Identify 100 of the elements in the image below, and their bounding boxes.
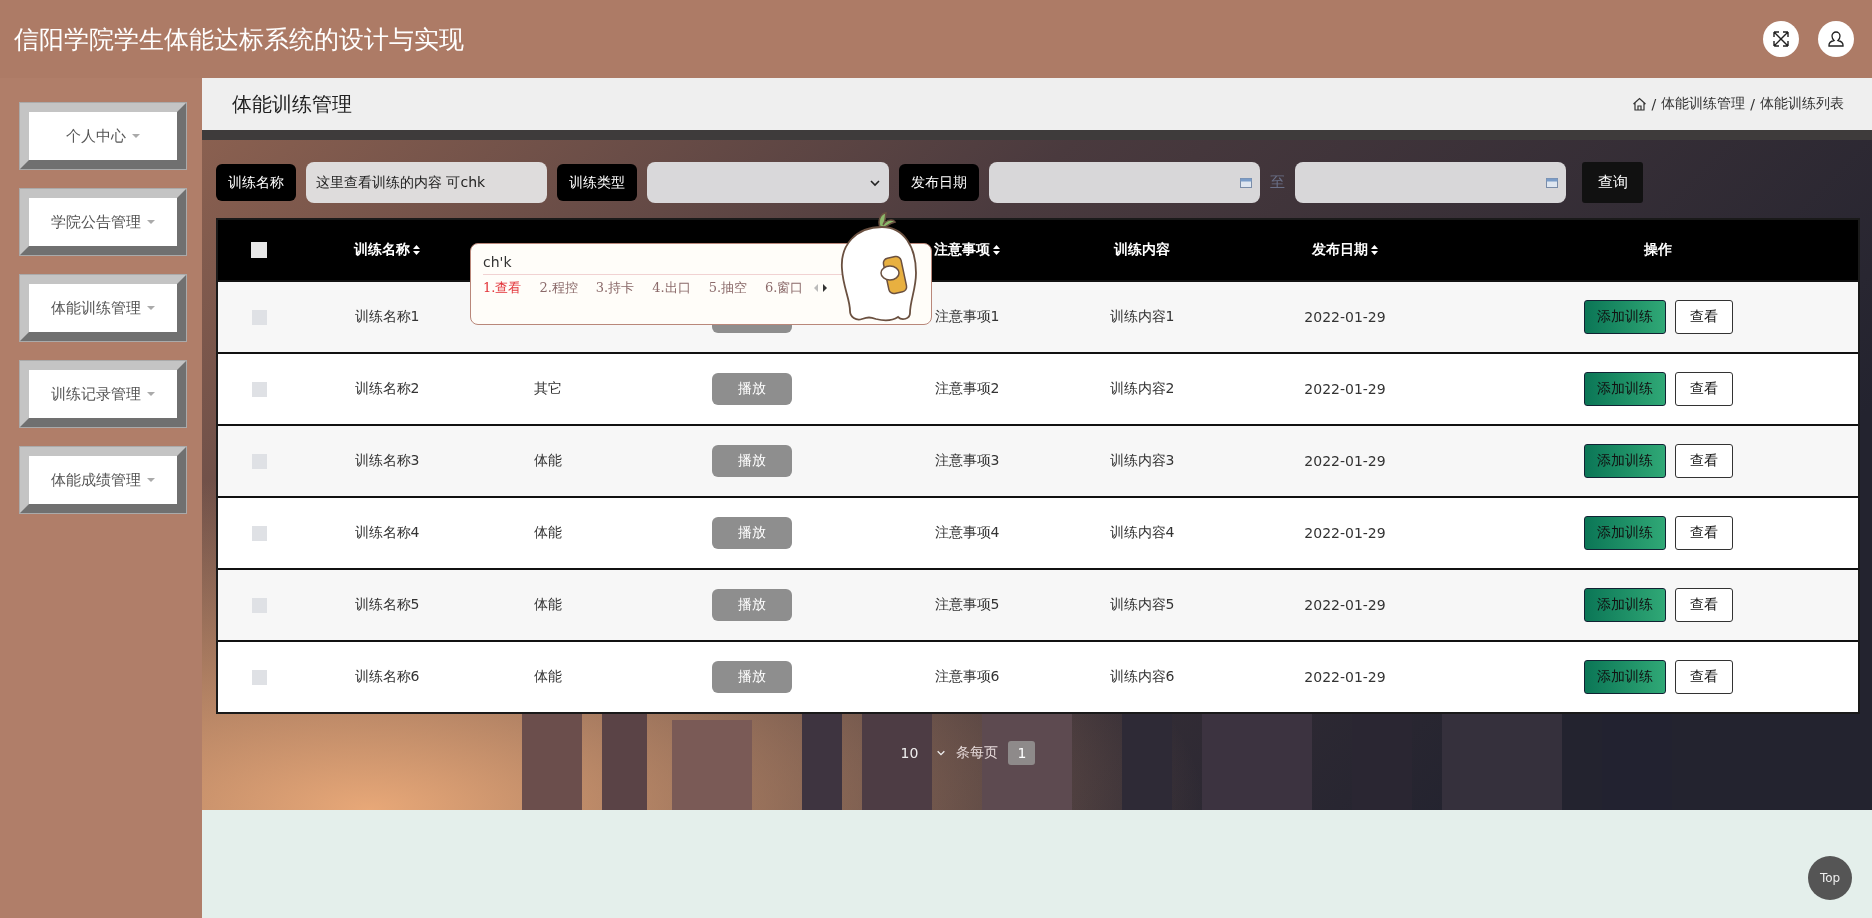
sidebar-menu-item[interactable]: 体能训练管理 — [20, 275, 186, 341]
breadcrumb-separator: / — [1750, 96, 1755, 112]
user-button[interactable] — [1818, 21, 1854, 57]
back-to-top-button[interactable]: Top — [1808, 856, 1852, 900]
column-header[interactable]: 发布日期 — [1311, 241, 1379, 259]
breadcrumb-separator: / — [1651, 96, 1657, 112]
table-cell: 注意事项2 — [934, 380, 1000, 398]
view-button[interactable]: 查看 — [1674, 444, 1733, 478]
table-cell: 训练内容4 — [1109, 524, 1175, 542]
view-button[interactable]: 查看 — [1674, 372, 1733, 406]
caret-right-icon[interactable] — [822, 283, 829, 293]
sort-icon[interactable] — [1369, 244, 1379, 256]
view-button[interactable]: 查看 — [1674, 588, 1733, 622]
table-cell: 训练内容2 — [1109, 380, 1175, 398]
breadcrumb-item: 体能训练列表 — [1760, 95, 1844, 113]
table-cell: 训练名称5 — [354, 596, 420, 614]
sort-icon[interactable] — [991, 244, 1001, 256]
chevron-down-icon — [936, 748, 947, 758]
calendar-icon — [1240, 176, 1252, 189]
sidebar-menu-item[interactable]: 体能成绩管理 — [20, 447, 186, 513]
table-cell: 注意事项6 — [934, 668, 1000, 686]
column-header: 训练内容 — [1114, 241, 1170, 259]
filter-label: 训练名称 — [216, 164, 296, 201]
view-button[interactable]: 查看 — [1674, 516, 1733, 550]
table-cell: 体能 — [534, 596, 562, 614]
calendar-icon — [1546, 176, 1558, 189]
user-icon — [1827, 30, 1845, 48]
table-cell: 训练名称6 — [354, 668, 420, 686]
select-all-checkbox[interactable] — [251, 242, 267, 258]
sidebar-menu-item[interactable]: 学院公告管理 — [20, 189, 186, 255]
view-button[interactable]: 查看 — [1674, 300, 1733, 334]
table-cell: 注意事项4 — [934, 524, 1000, 542]
date-range-separator: 至 — [1270, 173, 1285, 192]
column-header[interactable]: 注意事项 — [933, 241, 1001, 259]
caret-icon — [147, 392, 155, 396]
caret-icon — [147, 478, 155, 482]
add-training-button[interactable]: 添加训练 — [1583, 372, 1666, 406]
ime-candidate[interactable]: 5.抽空 — [708, 279, 748, 297]
row-checkbox[interactable] — [251, 453, 267, 469]
table-cell: 训练内容3 — [1109, 452, 1175, 470]
ime-candidate[interactable]: 6.窗口 — [765, 279, 804, 297]
add-training-button[interactable]: 添加训练 — [1583, 300, 1666, 334]
filter-label: 训练类型 — [557, 164, 637, 201]
table-cell: 注意事项5 — [934, 596, 1000, 614]
expand-icon — [1772, 30, 1790, 48]
breadcrumb-item[interactable]: 体能训练管理 — [1661, 95, 1746, 113]
table-cell: 2022-01-29 — [1304, 669, 1386, 685]
table-cell: 体能 — [534, 524, 562, 542]
ime-candidate[interactable]: 3.持卡 — [595, 279, 635, 297]
ime-candidate[interactable]: 4.出口 — [652, 279, 691, 297]
column-header[interactable]: 训练名称 — [353, 241, 421, 259]
table-cell: 训练名称1 — [354, 308, 420, 326]
add-training-button[interactable]: 添加训练 — [1583, 444, 1666, 478]
table-cell: 2022-01-29 — [1304, 309, 1386, 325]
table-cell: 训练内容5 — [1109, 596, 1175, 614]
ime-candidate[interactable]: 2.程控 — [539, 279, 578, 297]
filter-label: 发布日期 — [899, 164, 979, 201]
search-button[interactable]: 查询 — [1582, 162, 1643, 203]
row-checkbox[interactable] — [251, 597, 267, 613]
caret-icon — [132, 134, 140, 138]
sort-icon[interactable] — [411, 244, 421, 256]
table-cell: 其它 — [534, 380, 562, 398]
fullscreen-button[interactable] — [1763, 21, 1799, 57]
page-size-select[interactable]: 10 — [900, 745, 947, 761]
table-cell: 训练名称2 — [354, 380, 420, 398]
add-training-button[interactable]: 添加训练 — [1583, 588, 1666, 622]
page-title: 体能训练管理 — [232, 90, 352, 118]
table-cell: 体能 — [534, 452, 562, 470]
add-training-button[interactable]: 添加训练 — [1583, 516, 1666, 550]
table-cell: 体能 — [534, 668, 562, 686]
page-size-label: 条每页 — [956, 744, 999, 762]
sidebar-menu-item[interactable]: 训练记录管理 — [20, 361, 186, 427]
table-cell: 2022-01-29 — [1304, 381, 1386, 397]
column-header: 操作 — [1644, 241, 1672, 259]
view-button[interactable]: 查看 — [1674, 660, 1733, 694]
table-cell: 训练名称4 — [354, 524, 420, 542]
page-button[interactable]: 1 — [1008, 741, 1036, 765]
app-title: 信阳学院学生体能达标系统的设计与实现 — [14, 23, 464, 56]
home-icon[interactable] — [1631, 96, 1647, 112]
caret-icon — [147, 220, 155, 224]
row-checkbox[interactable] — [251, 525, 267, 541]
table-cell: 2022-01-29 — [1304, 525, 1386, 541]
table-cell: 2022-01-29 — [1304, 597, 1386, 613]
sidebar-menu-item[interactable]: 个人中心 — [20, 103, 186, 169]
table-cell: 注意事项1 — [934, 308, 1000, 326]
table-cell: 训练内容1 — [1109, 308, 1175, 326]
row-checkbox[interactable] — [251, 669, 267, 685]
row-checkbox[interactable] — [251, 309, 267, 325]
table-cell: 注意事项3 — [934, 452, 1000, 470]
date-field[interactable] — [989, 162, 1260, 203]
caret-icon — [147, 306, 155, 310]
add-training-button[interactable]: 添加训练 — [1583, 660, 1666, 694]
date-field[interactable] — [1295, 162, 1566, 203]
table-cell: 2022-01-29 — [1304, 453, 1386, 469]
ime-candidate[interactable]: 1.查看 — [483, 279, 522, 297]
table-cell: 训练内容6 — [1109, 668, 1175, 686]
row-checkbox[interactable] — [251, 381, 267, 397]
type-dropdown[interactable] — [647, 162, 889, 203]
search-field[interactable]: 这里查看训练的内容 可chk — [306, 162, 547, 203]
table-cell: 训练名称3 — [354, 452, 420, 470]
